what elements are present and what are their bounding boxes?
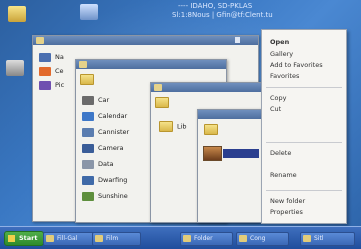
taskbar-button-2[interactable]: Film: [92, 232, 141, 246]
menu-item-add-favorites[interactable]: Add to Favorites: [270, 61, 323, 69]
parent-folder-icon[interactable]: [204, 124, 218, 137]
window-icon: [46, 235, 54, 242]
file-icon: [39, 66, 51, 76]
menu-item-properties[interactable]: Properties: [270, 208, 303, 216]
menu-item-delete[interactable]: Delete: [270, 149, 291, 157]
menu-separator: [266, 142, 342, 143]
data-icon: [82, 159, 94, 169]
start-icon: [8, 235, 15, 242]
desktop-recycle-icon[interactable]: [6, 60, 24, 76]
desktop-folder-icon[interactable]: [8, 6, 26, 22]
menu-item-rename[interactable]: Rename: [270, 171, 297, 179]
window-icon: [95, 235, 103, 242]
menu-item-favorites[interactable]: Favorites: [270, 72, 299, 80]
file-icon: [39, 80, 51, 90]
app-icon: [82, 127, 94, 137]
context-menu[interactable]: Open Gallery Add to Favorites Favorites …: [261, 29, 347, 224]
list-item[interactable]: Calendar: [82, 111, 127, 122]
list-item[interactable]: Ce: [39, 66, 64, 77]
file-icon: [39, 52, 51, 62]
list-item[interactable]: Lib: [159, 121, 187, 132]
app-icon: [82, 191, 94, 201]
window-1-titlebar[interactable]: [33, 36, 258, 45]
minimize-icon[interactable]: [235, 37, 240, 43]
window-icon: [154, 84, 162, 91]
list-item[interactable]: Dwarfing: [82, 175, 127, 186]
app-icon: [82, 175, 94, 185]
window-icon: [36, 37, 44, 44]
list-item[interactable]: Camera: [82, 143, 124, 154]
menu-separator: [266, 87, 342, 88]
window-2-titlebar[interactable]: [76, 60, 226, 69]
taskbar-button-5[interactable]: Sitl: [300, 232, 355, 246]
parent-folder-icon[interactable]: [155, 97, 169, 110]
menu-item-copy[interactable]: Copy: [270, 94, 287, 102]
window-3-titlebar[interactable]: [151, 83, 261, 92]
photo-thumbnail-icon[interactable]: [203, 146, 222, 161]
window-icon: [303, 235, 311, 242]
list-item[interactable]: Car: [82, 95, 109, 106]
explorer-window-4[interactable]: [197, 109, 262, 223]
menu-separator: [266, 190, 342, 191]
window-4-titlebar[interactable]: [198, 110, 261, 119]
window-icon: [183, 235, 191, 242]
desktop-caption-1: ---- IDAHO, SD-PKLAS: [178, 2, 253, 10]
camera-icon: [82, 143, 94, 153]
window-icon: [239, 235, 247, 242]
selected-item-highlight[interactable]: [223, 149, 259, 158]
taskbar-button-3[interactable]: Folder: [180, 232, 233, 246]
window-icon: [79, 61, 87, 68]
calendar-icon: [82, 111, 94, 121]
taskbar-button-4[interactable]: Cong: [236, 232, 289, 246]
menu-item-cut[interactable]: Cut: [270, 105, 281, 113]
folder-icon: [159, 121, 173, 132]
start-button[interactable]: Start: [4, 231, 44, 246]
parent-folder-icon[interactable]: [80, 74, 94, 87]
menu-item-gallery[interactable]: Gallery: [270, 50, 293, 58]
list-item[interactable]: Sunshine: [82, 191, 128, 202]
drive-icon: [82, 95, 94, 105]
menu-item-open[interactable]: Open: [270, 38, 289, 46]
list-item[interactable]: Pic: [39, 80, 64, 91]
list-item[interactable]: Cannister: [82, 127, 129, 138]
list-item[interactable]: Na: [39, 52, 64, 63]
desktop-caption-2: Sl:1:8Nous | Gfin@tf:Clent.tu: [172, 11, 273, 19]
taskbar: Start Fill-Gal Film Folder Cong Sitl: [0, 226, 361, 249]
menu-item-new-folder[interactable]: New folder: [270, 197, 305, 205]
list-item[interactable]: Data: [82, 159, 114, 170]
desktop-computer-icon[interactable]: [80, 4, 98, 20]
